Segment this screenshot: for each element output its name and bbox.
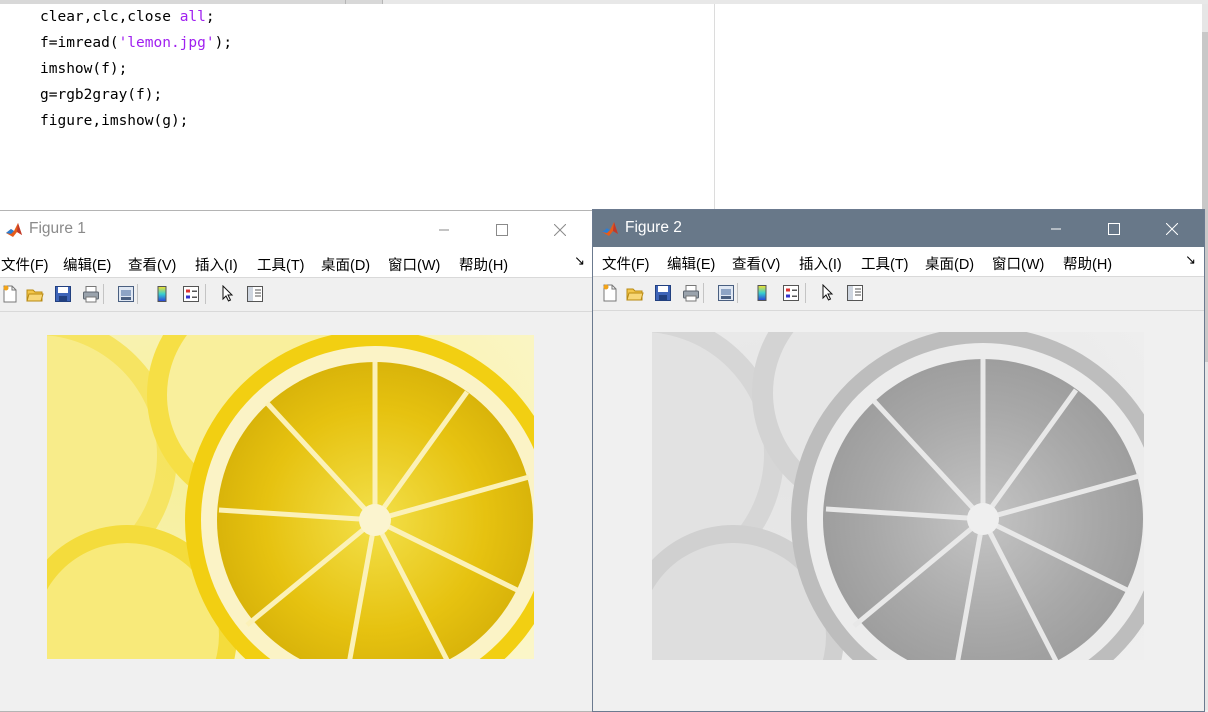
editor-right-margin-line <box>714 4 715 212</box>
save-icon[interactable] <box>52 283 74 305</box>
menu-edit[interactable]: 编辑(E) <box>63 254 111 275</box>
code-line-1[interactable]: clear,clc,close all; <box>40 6 232 32</box>
menu-window[interactable]: 窗口(W) <box>992 253 1044 274</box>
code-text: f=imread( <box>40 35 119 51</box>
close-icon <box>554 223 566 236</box>
minimize-button[interactable] <box>415 211 473 248</box>
menu-window[interactable]: 窗口(W) <box>388 254 440 275</box>
property-inspector-icon[interactable] <box>244 283 266 305</box>
code-text: figure,imshow(g); <box>40 113 189 129</box>
menu-desktop[interactable]: 桌面(D) <box>925 253 974 274</box>
toolbar-separator <box>703 283 704 303</box>
print-preview-icon[interactable] <box>115 283 137 305</box>
print-icon[interactable] <box>680 282 702 304</box>
matlab-icon <box>6 223 22 237</box>
code-text: clear,clc,close <box>40 9 180 25</box>
code-line-3[interactable]: imshow(f); <box>40 58 232 84</box>
menu-insert[interactable]: 插入(I) <box>195 254 238 275</box>
new-figure-icon[interactable] <box>599 282 621 304</box>
pointer-icon[interactable] <box>816 282 838 304</box>
toolbar-separator <box>137 284 138 304</box>
maximize-icon <box>1108 222 1120 235</box>
code-text: ; <box>205 9 215 25</box>
code-string: 'lemon.jpg' <box>118 35 215 51</box>
colorbar-icon[interactable] <box>151 283 173 305</box>
property-inspector-icon[interactable] <box>844 282 866 304</box>
new-figure-icon[interactable] <box>0 283 21 305</box>
colorbar-icon[interactable] <box>751 282 773 304</box>
pointer-icon[interactable] <box>216 283 238 305</box>
menu-insert[interactable]: 插入(I) <box>799 253 842 274</box>
print-preview-icon[interactable] <box>715 282 737 304</box>
code-text: ); <box>214 35 233 51</box>
figure-2-image[interactable] <box>652 332 1144 660</box>
minimize-icon <box>1051 228 1061 229</box>
print-icon[interactable] <box>80 283 102 305</box>
matlab-icon <box>602 222 618 236</box>
close-button[interactable] <box>1143 210 1201 247</box>
menu-help[interactable]: 帮助(H) <box>459 254 508 275</box>
toolbar-separator <box>103 284 104 304</box>
legend-icon[interactable] <box>180 283 202 305</box>
figure-2-title: Figure 2 <box>625 219 682 236</box>
close-button[interactable] <box>531 211 589 248</box>
figure-1-toolbar <box>0 277 593 312</box>
maximize-icon <box>496 223 508 236</box>
menu-file[interactable]: 文件(F) <box>1 254 49 275</box>
menu-view[interactable]: 查看(V) <box>128 254 176 275</box>
figure-2-window[interactable]: Figure 2 文件(F) 编辑(E) 查看(V) 插入(I) 工具(T) 桌… <box>592 209 1205 712</box>
minimize-button[interactable] <box>1027 210 1085 247</box>
code-text: imshow(f); <box>40 61 128 77</box>
code-lines[interactable]: clear,clc,close all; f=imread('lemon.jpg… <box>40 6 232 136</box>
legend-icon[interactable] <box>780 282 802 304</box>
figure-1-titlebar[interactable]: Figure 1 <box>0 211 593 248</box>
editor-tab-2[interactable] <box>346 0 383 4</box>
menu-edit[interactable]: 编辑(E) <box>667 253 715 274</box>
code-text: g=rgb2gray(f); <box>40 87 163 103</box>
figure-2-titlebar[interactable]: Figure 2 <box>593 210 1204 247</box>
menu-file[interactable]: 文件(F) <box>602 253 650 274</box>
open-file-icon[interactable] <box>624 282 646 304</box>
code-line-2[interactable]: f=imread('lemon.jpg'); <box>40 32 232 58</box>
figure-1-window[interactable]: Figure 1 文件(F) 编辑(E) 查看(V) 插入(I) 工具(T) 桌… <box>0 210 594 712</box>
menu-tools[interactable]: 工具(T) <box>861 253 909 274</box>
menu-desktop[interactable]: 桌面(D) <box>321 254 370 275</box>
figure-1-menubar: 文件(F) 编辑(E) 查看(V) 插入(I) 工具(T) 桌面(D) 窗口(W… <box>0 248 593 277</box>
code-line-4[interactable]: g=rgb2gray(f); <box>40 84 232 110</box>
open-file-icon[interactable] <box>24 283 46 305</box>
menu-view[interactable]: 查看(V) <box>732 253 780 274</box>
code-editor[interactable]: clear,clc,close all; f=imread('lemon.jpg… <box>0 0 1208 710</box>
toolbar-separator <box>805 283 806 303</box>
toolbar-separator <box>205 284 206 304</box>
toolbar-separator <box>737 283 738 303</box>
menu-help[interactable]: 帮助(H) <box>1063 253 1112 274</box>
editor-tab-1[interactable] <box>0 0 346 4</box>
figure-1-image[interactable] <box>47 335 534 659</box>
save-icon[interactable] <box>652 282 674 304</box>
figure-2-menubar: 文件(F) 编辑(E) 查看(V) 插入(I) 工具(T) 桌面(D) 窗口(W… <box>593 247 1204 276</box>
figure-2-toolbar <box>593 276 1204 311</box>
dock-arrow-icon[interactable]: ↘ <box>574 253 585 269</box>
minimize-icon <box>439 229 449 230</box>
dock-arrow-icon[interactable]: ↘ <box>1185 252 1196 268</box>
close-icon <box>1166 222 1178 235</box>
menu-tools[interactable]: 工具(T) <box>257 254 305 275</box>
figure-1-title: Figure 1 <box>29 220 86 237</box>
maximize-button[interactable] <box>473 211 531 248</box>
code-keyword: all <box>179 9 206 25</box>
code-line-5[interactable]: figure,imshow(g); <box>40 110 232 136</box>
maximize-button[interactable] <box>1085 210 1143 247</box>
